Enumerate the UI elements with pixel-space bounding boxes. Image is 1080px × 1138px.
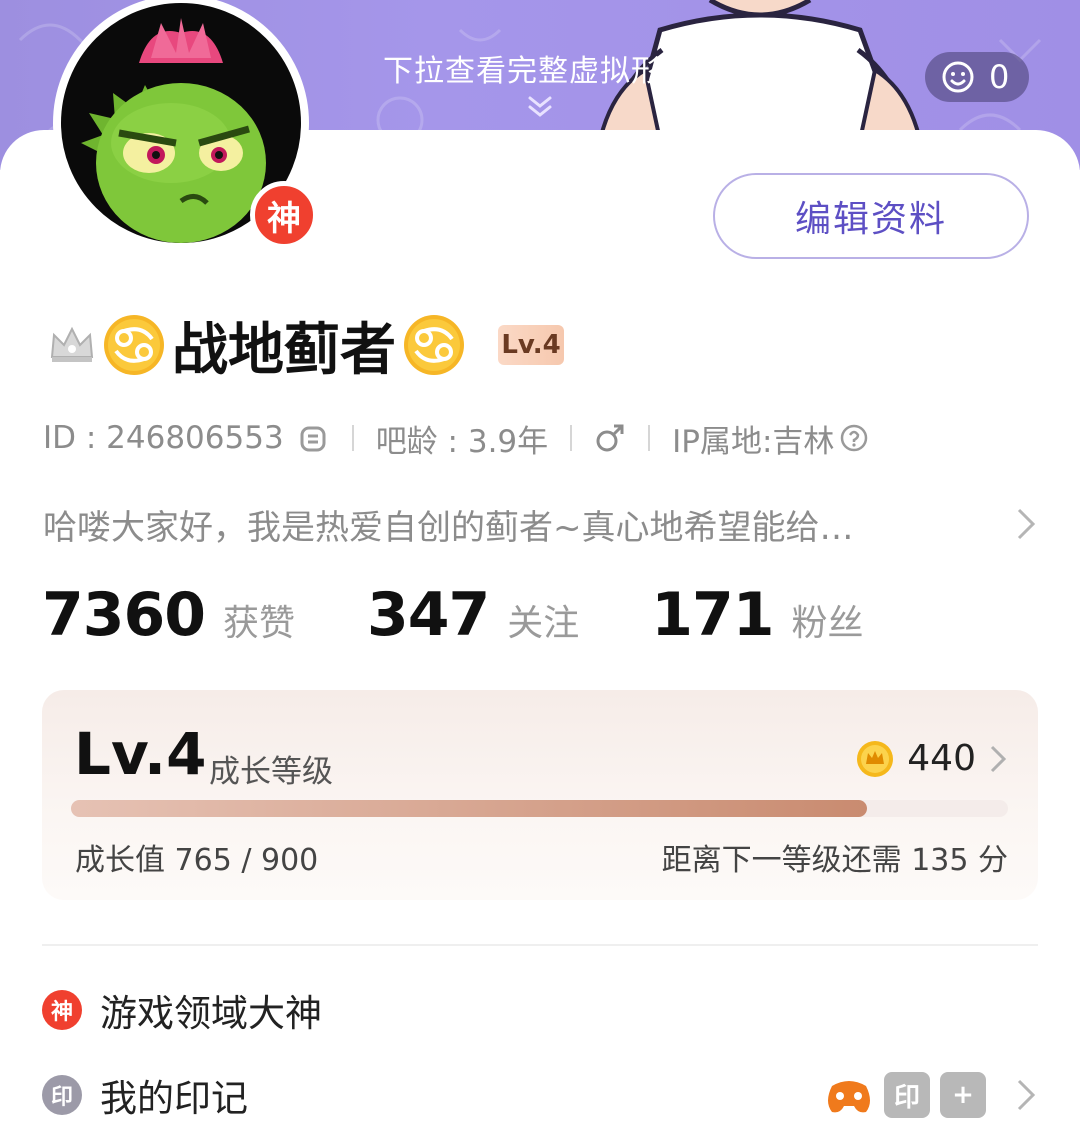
- chevron-right-icon: [1017, 1079, 1036, 1111]
- stat-number: 171: [651, 580, 774, 650]
- mark-tile: +: [940, 1072, 986, 1118]
- points-to-next-level: 距离下一等级还需 135 分: [661, 843, 1008, 878]
- edit-profile-button[interactable]: 编辑资料: [713, 173, 1029, 259]
- growth-level-card[interactable]: Lv.4 成长等级 440 成长值 765 / 900 距离下一等级还需 135…: [42, 690, 1038, 900]
- coin-value: 440: [907, 738, 976, 779]
- list-item-label: 我的印记: [100, 1077, 248, 1120]
- help-icon[interactable]: [840, 424, 868, 452]
- separator: [648, 425, 651, 451]
- meta-row: ID : 246806553 吧龄 : 3.9年 IP属地:吉林: [43, 418, 868, 460]
- crown-icon: [50, 326, 94, 362]
- stat-label: 关注: [507, 603, 580, 644]
- male-icon: [596, 424, 624, 452]
- game-controller-icon: [828, 1081, 870, 1113]
- growth-value: 成长值 765 / 900: [75, 843, 319, 878]
- separator: [351, 425, 354, 451]
- username: 战地蓟者: [172, 317, 396, 383]
- reaction-count: 0: [989, 58, 1010, 96]
- marks-preview: 印 +: [824, 1065, 1038, 1125]
- list-item-game-god[interactable]: 神 游戏领域大神: [42, 980, 1038, 1040]
- user-id: ID : 246806553: [43, 420, 284, 456]
- cancer-zodiac-icon: [104, 315, 164, 375]
- god-badge: 神: [250, 181, 318, 249]
- level-title: Lv.4: [74, 720, 207, 788]
- god-icon: 神: [42, 990, 82, 1030]
- coin-balance[interactable]: 440: [855, 738, 1008, 779]
- stat-label: 获赞: [223, 603, 296, 644]
- mark-tile: 印: [884, 1072, 930, 1118]
- level-label: 成长等级: [209, 754, 333, 790]
- stats-row: 7360 获赞 347 关注 171 粉丝: [42, 580, 936, 650]
- stat-fans[interactable]: 171 粉丝: [651, 580, 863, 650]
- pull-down-hint: 下拉查看完整虚拟形象: [383, 54, 693, 89]
- bar-age: 吧龄 : 3.9年: [375, 423, 549, 460]
- growth-progress-bar: [71, 800, 1008, 817]
- stat-number: 7360: [42, 580, 206, 650]
- copy-icon[interactable]: [298, 422, 330, 454]
- bio-text: 哈喽大家好，我是热爱自创的蓟者~真心地希望能给…: [43, 507, 854, 548]
- chevron-right-icon: [990, 745, 1007, 772]
- cancer-zodiac-icon: [404, 315, 464, 375]
- list-item-my-marks[interactable]: 印 我的印记 印 +: [42, 1065, 1038, 1125]
- stat-likes[interactable]: 7360 获赞: [42, 580, 295, 650]
- ip-location: IP属地:吉林: [672, 423, 835, 460]
- name-row: 战地蓟者 Lv.4: [48, 310, 564, 383]
- chevron-right-icon: [1017, 508, 1036, 540]
- coin-icon: [857, 740, 894, 777]
- separator: [570, 425, 573, 451]
- divider: [42, 944, 1038, 946]
- mark-icon: 印: [42, 1075, 82, 1115]
- stat-following[interactable]: 347 关注: [367, 580, 579, 650]
- avatar[interactable]: 神: [53, 0, 329, 251]
- stat-number: 347: [367, 580, 490, 650]
- level-tag[interactable]: Lv.4: [498, 325, 564, 365]
- chevron-down-icon: [528, 96, 552, 117]
- profile-card: 神 编辑资料 战地蓟者 Lv.4 ID : 246806553 吧龄: 3.9…: [0, 0, 1080, 1138]
- smile-icon: [942, 61, 974, 93]
- stat-label: 粉丝: [791, 603, 864, 644]
- list-item-label: 游戏领域大神: [100, 992, 322, 1035]
- growth-progress-fill: [71, 800, 868, 817]
- bio-row[interactable]: 哈喽大家好，我是热爱自创的蓟者~真心地希望能给…: [43, 502, 1038, 548]
- reaction-badge[interactable]: 0: [925, 52, 1029, 102]
